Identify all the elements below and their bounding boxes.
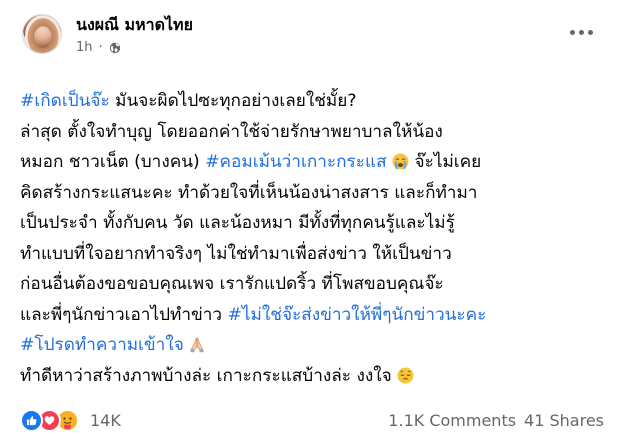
author-avatar[interactable] [22,14,62,54]
engagement-stats: 1.1K Comments 41 Shares [388,411,604,430]
post-text: ล่าสุด ตั้งใจทำบุญ โดยออกค่าใช้จ่ายรักษา… [20,121,443,142]
post-line: ทำแบบที่ใจอยากทำจริงๆ ไม่ใช่ทำมาเพื่อส่ง… [20,239,612,270]
post-meta: 1h · [76,40,121,55]
post-time[interactable]: 1h [76,40,93,55]
crying-face-icon [392,150,409,181]
post-text: จ๊ะไม่เคย [409,152,482,172]
meta-separator: · [98,40,103,55]
hashtag-link[interactable]: #ไม่ใช่จ๊ะส่งข่าวให้พี่ๆนักข่าวนะคะ [228,305,487,325]
folded-hands-icon [189,333,205,364]
post-line: #เกิดเป็นจ๊ะ มันจะผิดไปซะทุกอย่างเลยใช่ม… [20,86,612,117]
post-text: หมอก ชาวเน็ต (บางคน) [20,152,206,172]
post-line: ทำดีหาว่าสร้างภาพบ้างล่ะ เกาะกระแสบ้างล่… [20,361,612,392]
facebook-post: นงผณี มหาดไทย 1h · #เกิดเป็นจ๊ะ มันจะผิด… [0,0,620,446]
post-text: ทำแบบที่ใจอยากทำจริงๆ ไม่ใช่ทำมาเพื่อส่ง… [20,243,452,264]
post-text: และพี่ๆนักข่าวเอาไปทำข่าว [20,304,228,325]
post-line: และพี่ๆนักข่าวเอาไปทำข่าว #ไม่ใช่จ๊ะส่งข… [20,300,612,331]
post-body: #เกิดเป็นจ๊ะ มันจะผิดไปซะทุกอย่างเลยใช่ม… [20,86,612,391]
author-name[interactable]: นงผณี มหาดไทย [76,13,193,38]
post-text: ทำดีหาว่าสร้างภาพบ้างล่ะ เกาะกระแสบ้างล่… [20,365,398,386]
post-line: หมอก ชาวเน็ต (บางคน) #คอมเม้นว่าเกาะกระแ… [20,147,612,178]
post-footer: 14K 1.1K Comments 41 Shares [20,406,604,434]
more-options-button[interactable] [566,22,596,42]
reaction-count[interactable]: 14K [90,411,121,430]
post-line: #โปรดทำความเข้าใจ [20,330,612,361]
hashtag-link[interactable]: #คอมเม้นว่าเกาะกระแส [205,152,386,172]
shares-count[interactable]: 41 Shares [524,411,604,430]
post-line: ก่อนอื่นต้องขอขอบคุณเพจ เรารักแปดริ้ว ที… [20,269,612,300]
post-line: คิดสร้างกระแสนะคะ ทำด้วยใจที่เห็นน้องน่า… [20,178,612,209]
pensive-face-icon [397,364,414,395]
post-line: ล่าสุด ตั้งใจทำบุญ โดยออกค่าใช้จ่ายรักษา… [20,117,612,148]
hashtag-link[interactable]: #เกิดเป็นจ๊ะ [20,91,110,111]
more-horizontal-icon [569,29,575,35]
like-icon[interactable] [20,408,43,432]
hashtag-link[interactable]: #โปรดทำความเข้าใจ [20,335,184,355]
reaction-icons[interactable] [20,408,79,432]
post-text: เป็นประจำ ทั้งกับคน วัด และน้องหมา มีทั้… [20,213,455,233]
globe-icon[interactable] [109,42,121,54]
post-text: มันจะผิดไปซะทุกอย่างเลยใช่มั้ย? [109,91,357,111]
post-line: เป็นประจำ ทั้งกับคน วัด และน้องหมา มีทั้… [20,208,612,239]
comments-count[interactable]: 1.1K Comments [388,411,516,430]
post-text: ก่อนอื่นต้องขอขอบคุณเพจ เรารักแปดริ้ว ที… [20,274,444,294]
post-text: คิดสร้างกระแสนะคะ ทำด้วยใจที่เห็นน้องน่า… [20,182,478,203]
